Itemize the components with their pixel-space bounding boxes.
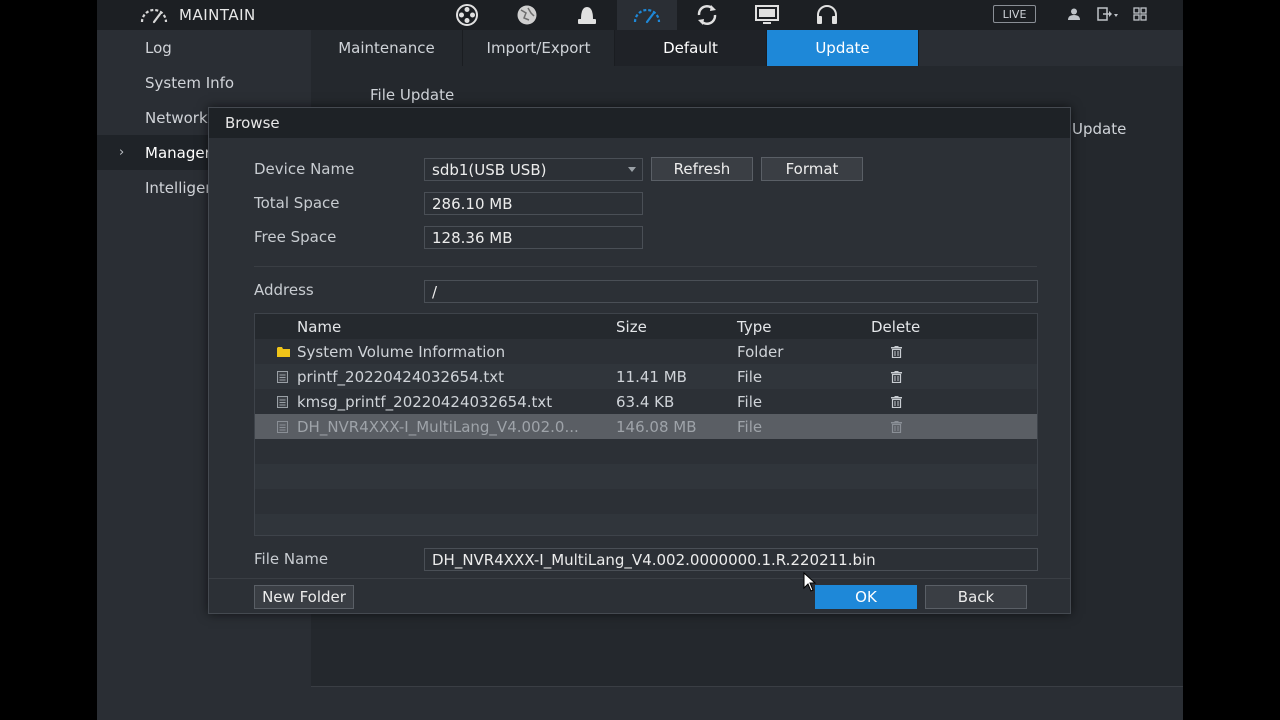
file-type: File	[737, 368, 763, 386]
refresh-backup-icon	[697, 5, 717, 25]
total-space-value: 286.10 MB	[432, 194, 513, 213]
file-name-value: DH_NVR4XXX-I_MultiLang_V4.002.0000000.1.…	[432, 550, 876, 569]
sidebar-item-label: Manager	[145, 143, 211, 162]
brand: MAINTAIN	[139, 3, 256, 27]
dialog-title: Browse	[209, 108, 1070, 138]
file-size: 11.41 MB	[616, 368, 687, 386]
browse-dialog: Browse Device Name sdb1(USB USB) Refresh…	[208, 107, 1071, 614]
main-nav	[437, 0, 857, 30]
refresh-button[interactable]: Refresh	[651, 157, 753, 181]
nav-storage[interactable]	[557, 0, 617, 30]
column-header-delete: Delete	[871, 318, 921, 336]
tab-import-export[interactable]: Import/Export	[463, 30, 615, 66]
page-title: MAINTAIN	[179, 6, 256, 24]
new-folder-button[interactable]: New Folder	[254, 585, 354, 609]
empty-row	[255, 464, 1037, 489]
sidebar-item-label: Log	[145, 38, 172, 57]
divider	[254, 266, 1037, 267]
empty-row	[255, 514, 1037, 535]
table-header: Name Size Type Delete	[255, 314, 1037, 339]
nav-display[interactable]	[737, 0, 797, 30]
back-button[interactable]: Back	[925, 585, 1027, 609]
chevron-right-icon: ›	[119, 145, 125, 160]
sidebar-item-label: Network	[145, 108, 208, 127]
file-name: DH_NVR4XXX-I_MultiLang_V4.002.0...	[297, 418, 579, 436]
device-name-label: Device Name	[254, 160, 355, 178]
sidebar-item-system-info[interactable]: System Info	[97, 65, 309, 100]
file-icon	[277, 371, 288, 383]
network-icon	[517, 5, 537, 25]
file-icon	[277, 396, 288, 408]
tab-default[interactable]: Default	[615, 30, 767, 66]
format-button[interactable]: Format	[761, 157, 863, 181]
file-type: Folder	[737, 343, 784, 361]
sidebar-item-log[interactable]: Log	[97, 30, 309, 65]
empty-row	[255, 489, 1037, 514]
file-name: printf_20220424032654.txt	[297, 368, 505, 386]
update-label: Update	[1072, 120, 1127, 138]
file-size: 63.4 KB	[616, 393, 675, 411]
user-icon[interactable]	[1067, 7, 1081, 21]
free-space-label: Free Space	[254, 228, 337, 246]
column-header-size[interactable]: Size	[616, 318, 647, 336]
live-button[interactable]: LIVE	[993, 5, 1036, 23]
file-table: Name Size Type Delete System Volume Info…	[254, 313, 1038, 536]
nav-camera[interactable]	[437, 0, 497, 30]
nav-audio[interactable]	[797, 0, 857, 30]
logout-icon[interactable]	[1097, 7, 1119, 21]
tab-maintenance[interactable]: Maintenance	[311, 30, 463, 66]
empty-row	[255, 439, 1037, 464]
nav-backup[interactable]	[677, 0, 737, 30]
sidebar-item-label: System Info	[145, 73, 235, 92]
file-update-label: File Update	[370, 86, 455, 104]
table-row[interactable]: kmsg_printf_20220424032654.txt 63.4 KB F…	[255, 389, 1037, 414]
file-name: System Volume Information	[297, 343, 506, 361]
divider	[209, 578, 1070, 579]
table-row-selected[interactable]: DH_NVR4XXX-I_MultiLang_V4.002.0... 146.0…	[255, 414, 1037, 439]
trash-icon[interactable]	[891, 371, 902, 383]
table-row[interactable]: printf_20220424032654.txt 11.41 MB File	[255, 364, 1037, 389]
file-name: kmsg_printf_20220424032654.txt	[297, 393, 553, 411]
maintain-gauge-icon	[140, 8, 168, 24]
trash-icon[interactable]	[891, 346, 902, 358]
storage-icon	[578, 7, 596, 24]
folder-icon	[277, 347, 290, 357]
grid-icon[interactable]	[1133, 7, 1147, 21]
caret-down-icon	[628, 167, 636, 172]
total-space-field: 286.10 MB	[424, 192, 643, 215]
camera-reels-icon	[456, 4, 478, 26]
file-name-field[interactable]: DH_NVR4XXX-I_MultiLang_V4.002.0000000.1.…	[424, 548, 1038, 571]
device-name-value: sdb1(USB USB)	[432, 160, 547, 179]
file-size: 146.08 MB	[616, 418, 697, 436]
tab-update[interactable]: Update	[767, 30, 919, 66]
display-monitor-icon	[755, 5, 779, 24]
table-row[interactable]: System Volume Information Folder	[255, 339, 1037, 364]
column-header-name[interactable]: Name	[297, 318, 341, 336]
address-field[interactable]: /	[424, 280, 1038, 303]
file-type: File	[737, 418, 763, 436]
address-label: Address	[254, 281, 314, 299]
total-space-label: Total Space	[254, 194, 340, 212]
mouse-cursor-icon	[803, 572, 817, 592]
file-type: File	[737, 393, 763, 411]
trash-icon[interactable]	[891, 396, 902, 408]
device-name-select[interactable]: sdb1(USB USB)	[424, 158, 643, 181]
ok-button[interactable]: OK	[815, 585, 917, 609]
file-icon	[277, 421, 288, 433]
maintain-gauge-icon	[633, 8, 661, 24]
audio-headset-icon	[817, 5, 837, 24]
nav-network[interactable]	[497, 0, 557, 30]
nav-maintain[interactable]	[617, 0, 677, 30]
content-bottom-bar	[311, 686, 1183, 720]
file-name-label: File Name	[254, 550, 329, 568]
free-space-value: 128.36 MB	[432, 228, 513, 247]
column-header-type[interactable]: Type	[737, 318, 771, 336]
top-bar: MAINTAIN LIVE	[97, 0, 1183, 30]
free-space-field: 128.36 MB	[424, 226, 643, 249]
tab-bar: Maintenance Import/Export Default Update	[311, 30, 919, 66]
address-value: /	[432, 282, 438, 301]
trash-icon[interactable]	[891, 421, 902, 433]
